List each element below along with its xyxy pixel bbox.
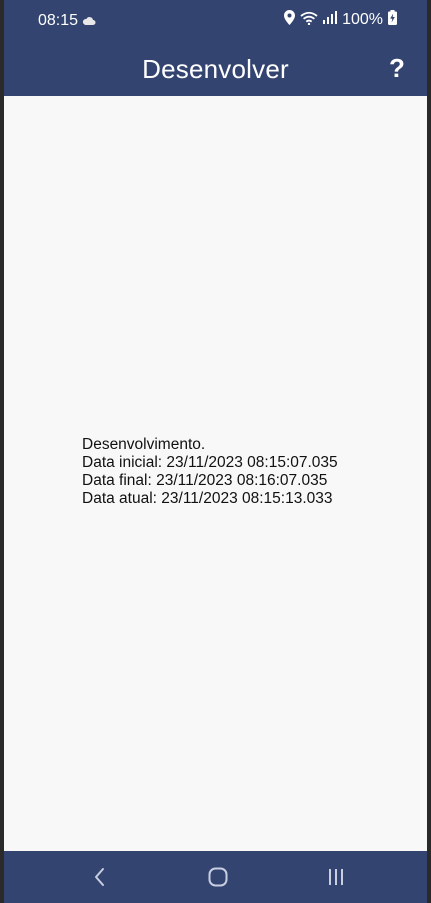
info-line-status: Desenvolvimento. [82,436,206,453]
location-icon [284,10,296,29]
battery-percent: 100% [342,10,383,28]
page-title: Desenvolver [142,53,289,84]
wifi-icon [300,11,318,29]
home-button[interactable] [204,865,232,889]
signal-icon [323,11,338,28]
cloud-icon [82,13,96,30]
app-bar: Desenvolver ? [4,42,427,96]
recents-icon [329,869,343,885]
back-button[interactable] [86,865,114,889]
home-icon [208,867,228,887]
phone-screen: 08:15 100% Desenvolver ? Desenvolvimento… [4,0,427,903]
navigation-bar [4,851,427,903]
help-icon: ? [389,52,405,83]
status-icons: 100% [284,10,397,29]
info-line-current-date: Data atual: 23/11/2023 08:15:13.033 [82,490,333,507]
development-info: Desenvolvimento. Data inicial: 23/11/202… [82,436,338,508]
battery-charging-icon [388,10,397,29]
info-line-start-date: Data inicial: 23/11/2023 08:15:07.035 [82,454,338,471]
back-icon [95,868,104,886]
recents-button[interactable] [322,865,350,889]
info-line-end-date: Data final: 23/11/2023 08:16:07.035 [82,472,328,489]
main-content: Desenvolvimento. Data inicial: 23/11/202… [4,96,427,851]
help-button[interactable]: ? [381,52,413,84]
status-time: 08:15 [38,12,79,29]
status-bar: 08:15 100% [4,0,427,42]
